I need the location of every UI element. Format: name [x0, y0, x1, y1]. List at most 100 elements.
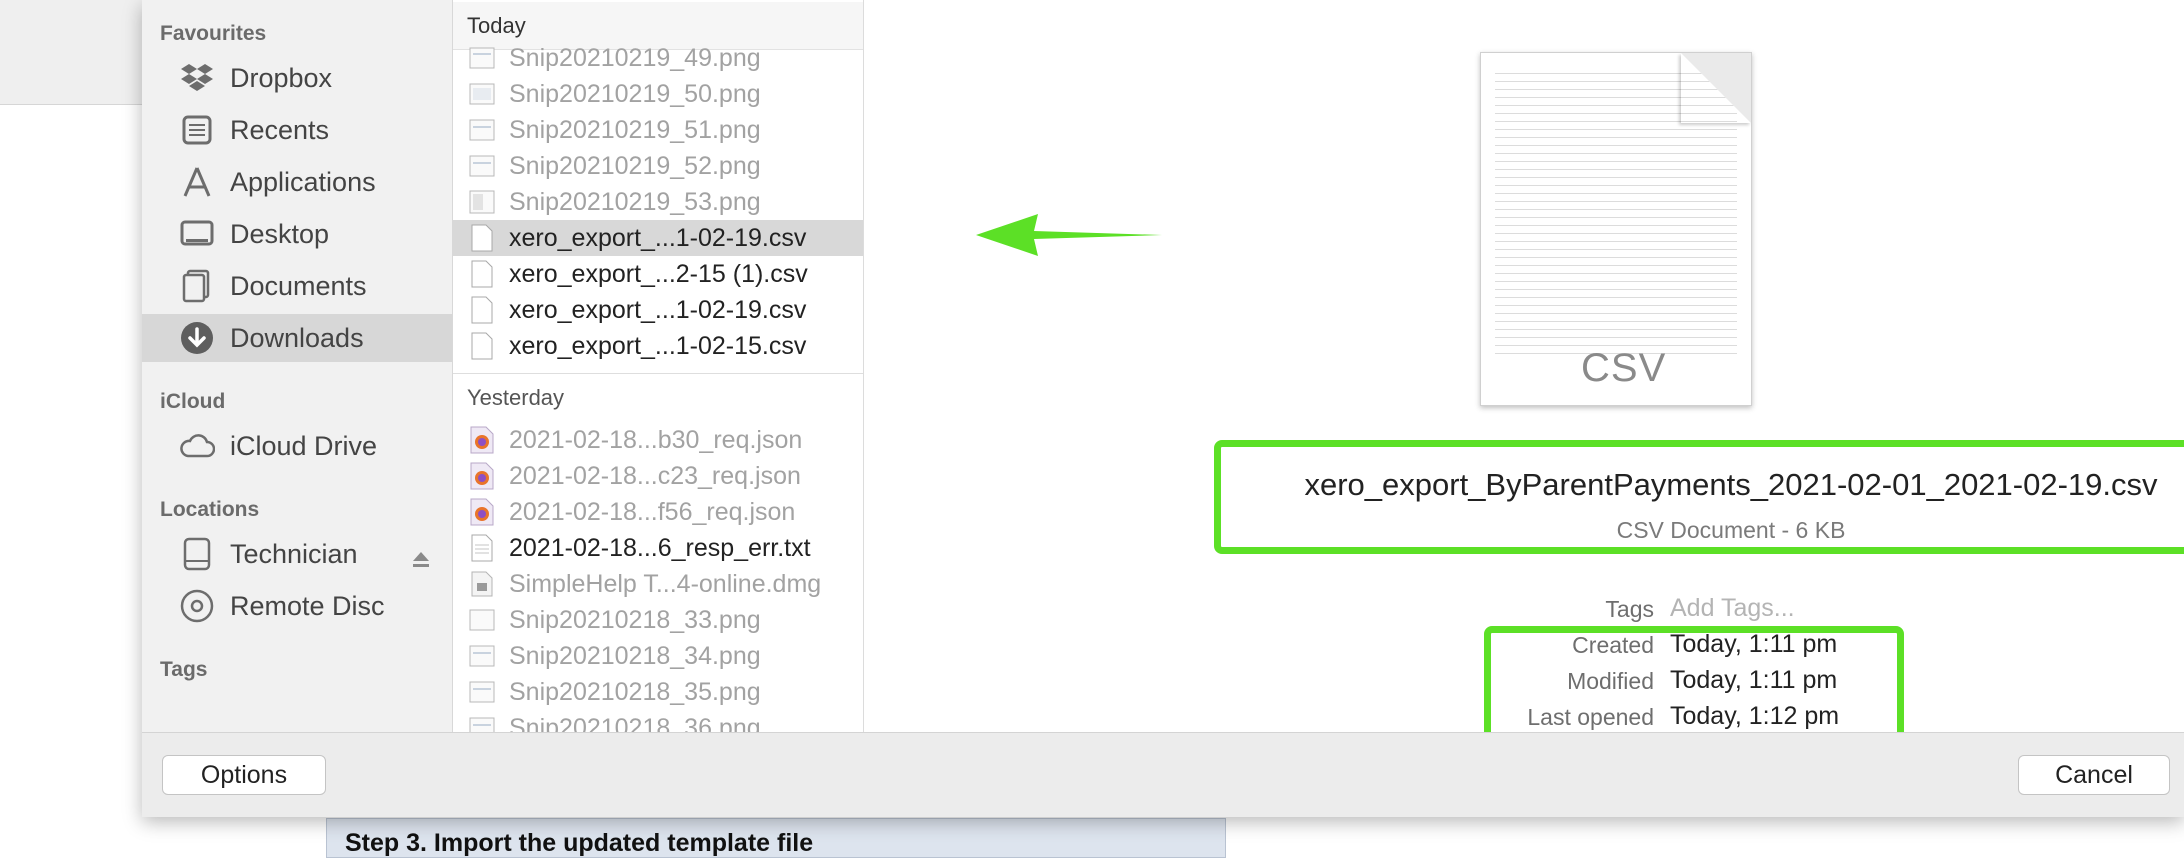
last-opened-value: Today, 1:12 pm — [1670, 702, 1840, 730]
thumbnail-grid-line — [1495, 211, 1737, 218]
image-file-icon — [467, 677, 497, 707]
dialog-button-bar: Options Cancel — [142, 732, 2184, 817]
cancel-button[interactable]: Cancel — [2018, 755, 2170, 795]
sidebar-item-downloads[interactable]: Downloads — [142, 314, 452, 362]
documents-icon — [178, 267, 216, 305]
text-file-icon — [467, 533, 497, 563]
modified-label: Modified — [1567, 668, 1654, 694]
sidebar-item-label: Downloads — [230, 322, 364, 353]
image-file-icon — [467, 641, 497, 671]
file-name: Snip20210219_52.png — [509, 151, 761, 180]
file-name: xero_export_...1-02-19.csv — [509, 223, 807, 252]
sidebar-item-icloud-drive[interactable]: iCloud Drive — [142, 422, 452, 470]
sidebar-item-desktop[interactable]: Desktop — [142, 210, 452, 258]
file-row[interactable]: Snip20210219_50.png — [453, 76, 863, 112]
sidebar-item-label: Dropbox — [230, 62, 333, 93]
thumbnail-grid-line — [1495, 163, 1737, 170]
file-row-selected[interactable]: xero_export_...1-02-19.csv — [453, 220, 863, 256]
file-row[interactable]: xero_export_...1-02-15.csv — [453, 328, 863, 364]
sidebar-section-favourites: Favourites — [160, 22, 267, 45]
file-row[interactable]: Snip20210219_49.png — [453, 40, 863, 76]
sidebar-item-dropbox[interactable]: Dropbox — [142, 54, 452, 102]
thumbnail-grid-line — [1495, 243, 1737, 250]
file-row[interactable]: xero_export_...1-02-19.csv — [453, 292, 863, 328]
file-row[interactable]: 2021-02-18...b30_req.json — [453, 422, 863, 458]
sidebar-section-icloud: iCloud — [160, 390, 226, 413]
sidebar-item-remote-disc[interactable]: Remote Disc — [142, 582, 452, 630]
sidebar-item-recents[interactable]: Recents — [142, 106, 452, 154]
file-row[interactable]: Snip20210219_53.png — [453, 184, 863, 220]
file-row[interactable]: Snip20210218_35.png — [453, 674, 863, 710]
firefox-file-icon — [467, 461, 497, 491]
dropbox-icon — [178, 59, 216, 97]
file-row[interactable]: xero_export_...2-15 (1).csv — [453, 256, 863, 292]
file-name: Snip20210219_51.png — [509, 115, 761, 144]
thumbnail-grid-line — [1495, 235, 1737, 242]
file-row[interactable]: Snip20210218_36.png — [453, 710, 863, 732]
open-file-dialog: Favourites Dropbox Recents Applications … — [142, 0, 2184, 817]
file-name: SimpleHelp T...4-online.dmg — [509, 569, 822, 598]
file-name: 2021-02-18...6_resp_err.txt — [509, 533, 811, 562]
section-header-yesterday: Yesterday — [453, 374, 863, 422]
file-row[interactable]: Snip20210218_33.png — [453, 602, 863, 638]
image-file-icon — [467, 713, 497, 732]
file-name: 2021-02-18...c23_req.json — [509, 461, 801, 490]
thumbnail-grid-line — [1495, 187, 1737, 194]
file-row[interactable]: 2021-02-18...6_resp_err.txt — [453, 530, 863, 566]
file-row[interactable]: 2021-02-18...c23_req.json — [453, 458, 863, 494]
thumbnail-grid-line — [1495, 259, 1737, 266]
file-name: Snip20210218_33.png — [509, 605, 761, 634]
thumbnail-grid-line — [1495, 195, 1737, 202]
image-file-icon — [467, 79, 497, 109]
sidebar-item-technician[interactable]: Technician — [142, 530, 452, 578]
thumbnail-grid-line — [1495, 323, 1737, 330]
thumbnail-extension-label: CSV — [1581, 346, 1667, 390]
cloud-icon — [178, 427, 216, 465]
sidebar-item-label: Applications — [230, 166, 376, 197]
file-name: Snip20210219_50.png — [509, 79, 761, 108]
file-row[interactable]: Snip20210218_34.png — [453, 638, 863, 674]
thumbnail-grid-line — [1495, 227, 1737, 234]
add-tags-field[interactable]: Add Tags... — [1670, 594, 1795, 623]
disk-image-icon — [467, 569, 497, 599]
file-row[interactable]: 2021-02-18...f56_req.json — [453, 494, 863, 530]
tags-label: Tags — [1605, 596, 1654, 622]
desktop-icon — [178, 215, 216, 253]
sidebar-section-locations: Locations — [160, 498, 260, 521]
sidebar-item-label: Recents — [230, 114, 330, 145]
sidebar-item-documents[interactable]: Documents — [142, 262, 452, 310]
file-row[interactable]: SimpleHelp T...4-online.dmg — [453, 566, 863, 602]
sidebar-item-label: iCloud Drive — [230, 430, 378, 461]
green-arrow-annotation — [976, 214, 1162, 256]
document-file-icon — [467, 295, 497, 325]
eject-icon[interactable] — [412, 544, 430, 575]
thumbnail-grid-line — [1495, 147, 1737, 154]
background-window-toolbar — [0, 0, 142, 105]
file-row[interactable]: Snip20210219_52.png — [453, 148, 863, 184]
thumbnail-grid-line — [1495, 123, 1737, 130]
file-name: 2021-02-18...f56_req.json — [509, 497, 796, 526]
sidebar-item-label: Technician — [230, 538, 358, 569]
sidebar: Favourites Dropbox Recents Applications … — [142, 0, 453, 732]
options-button[interactable]: Options — [162, 755, 326, 795]
created-value: Today, 1:11 pm — [1670, 630, 1838, 658]
sidebar-item-applications[interactable]: Applications — [142, 158, 452, 206]
file-row[interactable]: Snip20210219_51.png — [453, 112, 863, 148]
thumbnail-grid-line — [1495, 251, 1737, 258]
document-file-icon — [467, 331, 497, 361]
preview-pane: CSV xero_export_ByParentPayments_2021-02… — [864, 0, 2184, 752]
disc-icon — [178, 587, 216, 625]
thumbnail-grid-line — [1495, 339, 1737, 346]
created-label: Created — [1572, 632, 1654, 658]
recents-icon — [178, 111, 216, 149]
file-name: xero_export_...2-15 (1).csv — [509, 259, 808, 288]
thumbnail-grid-line — [1495, 155, 1737, 162]
file-name: Snip20210218_34.png — [509, 641, 761, 670]
thumbnail-grid-line — [1495, 299, 1737, 306]
file-name: xero_export_...1-02-15.csv — [509, 331, 807, 360]
hard-drive-icon — [178, 535, 216, 573]
file-name: Snip20210219_49.png — [509, 43, 761, 72]
firefox-file-icon — [467, 425, 497, 455]
file-name: xero_export_...1-02-19.csv — [509, 295, 807, 324]
thumbnail-grid-line — [1495, 307, 1737, 314]
